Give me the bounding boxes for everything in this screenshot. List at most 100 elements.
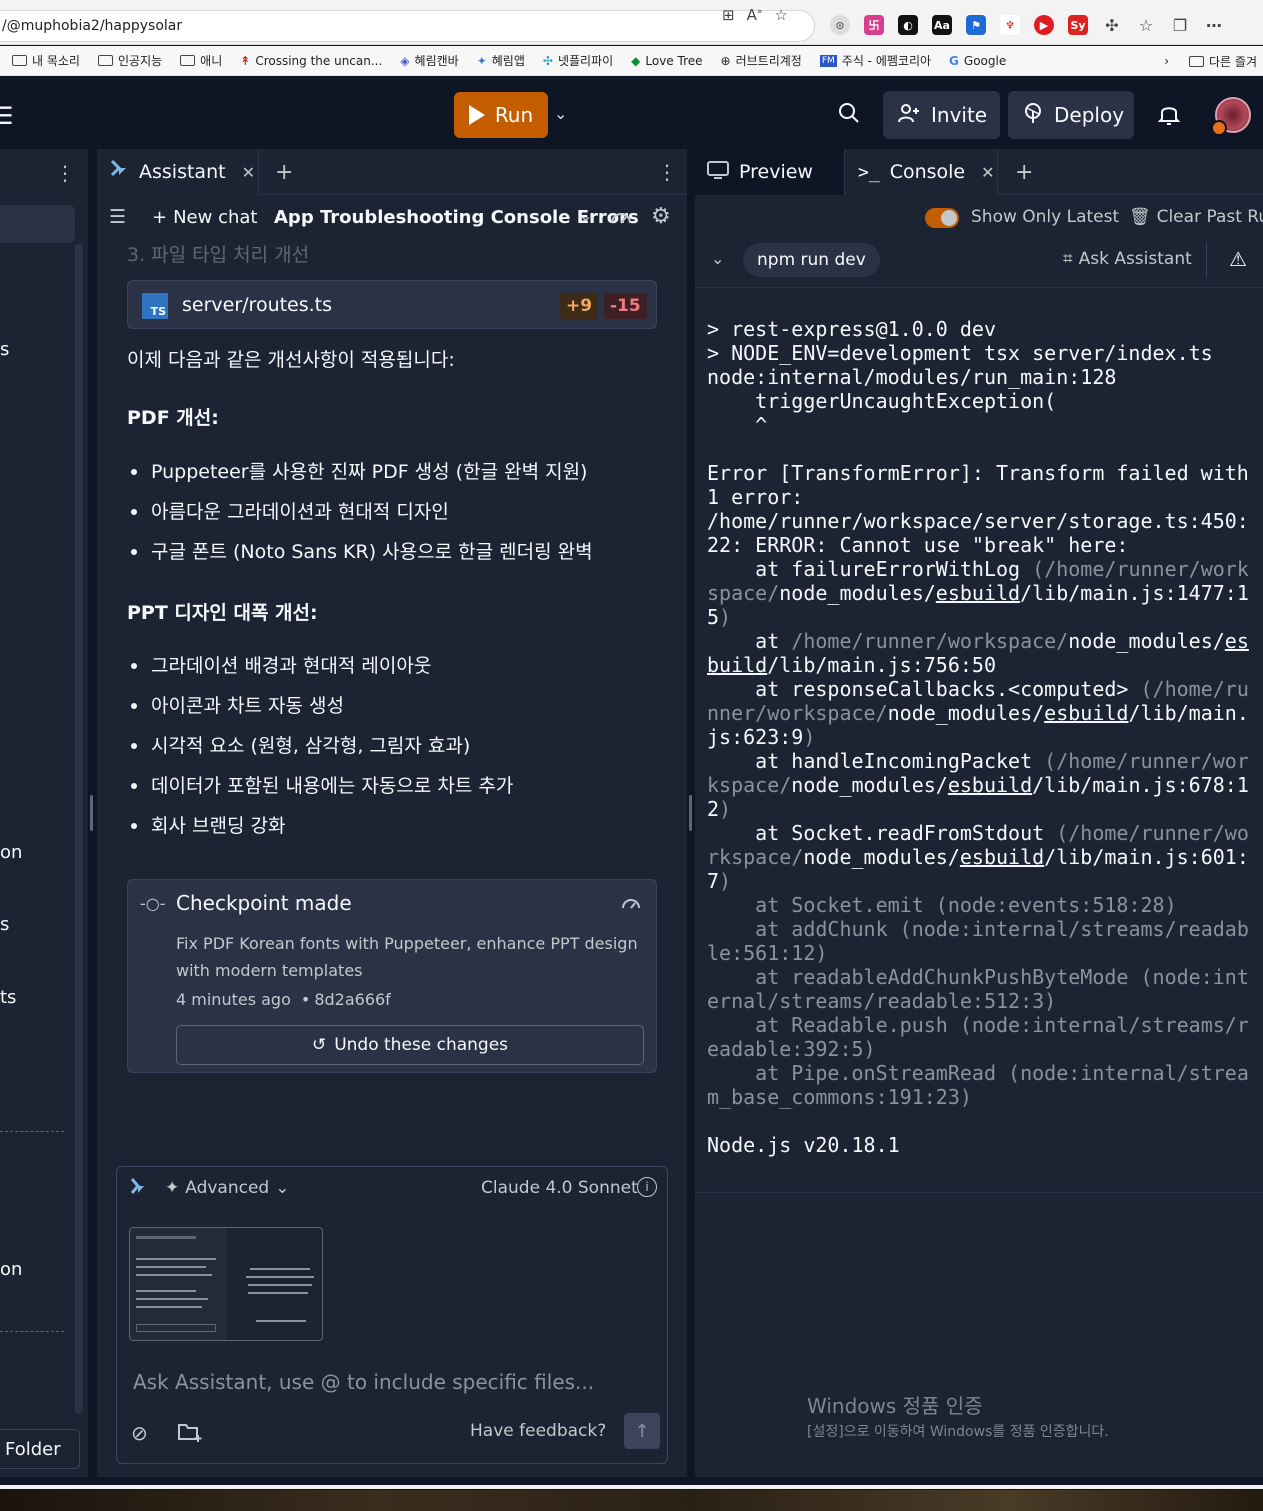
file-tree-item[interactable]: on: [0, 842, 22, 863]
feedback-link[interactable]: Have feedback?: [470, 1421, 606, 1441]
bookmark-link[interactable]: G Google: [949, 54, 1006, 68]
close-icon[interactable]: ✕: [242, 163, 255, 182]
file-tree-item[interactable]: on: [0, 1259, 22, 1280]
list-item: 시각적 요소 (원형, 삼각형, 그림자 효과): [127, 733, 513, 773]
gauge-icon[interactable]: [609, 207, 633, 231]
bookmark-link[interactable]: ⊕ 러브트리계정: [721, 52, 802, 69]
resize-handle[interactable]: [90, 795, 93, 831]
chat-input[interactable]: Ask Assistant, use @ to include specific…: [133, 1370, 594, 1394]
more-options-icon[interactable]: ⋮: [657, 149, 677, 195]
show-only-latest-toggle[interactable]: [925, 208, 959, 228]
puzzle-icon[interactable]: ✣: [1102, 15, 1122, 35]
changed-file-card[interactable]: TS server/routes.ts +9 -15: [127, 280, 657, 329]
bookmark-link[interactable]: ◆ Love Tree: [631, 54, 702, 68]
attached-screenshot-thumbnail[interactable]: [129, 1227, 323, 1341]
stack-module: esbuild: [935, 581, 1021, 605]
tab-console[interactable]: >_ Console ✕: [846, 149, 998, 195]
stack-frame: at Socket.readFromStdout (/home/runner/w…: [707, 821, 1252, 893]
other-favorites[interactable]: 다른 즐겨: [1189, 53, 1257, 70]
stack-module: esbuild: [959, 845, 1045, 869]
tab-assistant[interactable]: Assistant ✕: [97, 149, 259, 195]
warning-icon[interactable]: ⚠: [1229, 247, 1247, 271]
scrollbar[interactable]: [75, 244, 83, 1414]
trash-icon: 🗑: [1129, 207, 1151, 227]
add-folder-icon[interactable]: [177, 1421, 203, 1447]
favorites-icon[interactable]: ☆: [1136, 15, 1156, 35]
clear-past-runs-button[interactable]: 🗑 Clear Past Run: [1129, 207, 1263, 227]
stack-function: at failureErrorWithLog: [707, 557, 1033, 581]
paperclip-icon[interactable]: ⊘: [131, 1421, 148, 1445]
more-options-icon[interactable]: ⋮: [1255, 149, 1263, 195]
bookmark-folder[interactable]: 내 목소리: [12, 52, 80, 69]
ask-assistant-button[interactable]: ⌗ Ask Assistant: [1063, 249, 1192, 269]
extension-icon[interactable]: ⊙: [830, 15, 850, 35]
file-name: server/routes.ts: [182, 294, 333, 316]
model-label[interactable]: Claude 4.0 Sonnet: [481, 1178, 638, 1198]
chevron-right-icon[interactable]: ›: [1164, 54, 1169, 68]
stack-frame: at /home/runner/workspace/node_modules/e…: [707, 629, 1252, 677]
resize-handle[interactable]: [689, 795, 692, 831]
file-tree-item[interactable]: s: [0, 914, 9, 935]
extension-icon[interactable]: 卐: [864, 15, 884, 35]
stack-frame: at handleIncomingPacket (/home/runner/wo…: [707, 749, 1252, 821]
new-folder-button[interactable]: Folder: [0, 1429, 80, 1469]
new-chat-button[interactable]: + New chat: [152, 207, 257, 228]
separator-dot: •: [300, 990, 311, 1009]
extension-icon[interactable]: ♆: [1000, 15, 1020, 35]
bookmark-folder[interactable]: 인공지능: [97, 52, 162, 69]
extension-icon[interactable]: ◐: [898, 15, 918, 35]
mode-selector[interactable]: ✦ Advanced ⌄: [165, 1178, 289, 1198]
stack-frame: at readableAddChunkPushByteMode (node:in…: [707, 965, 1249, 1013]
undo-changes-button[interactable]: ↺ Undo these changes: [176, 1025, 644, 1065]
app-grid-icon[interactable]: ⊞: [722, 6, 735, 24]
chevron-down-icon[interactable]: ⌄: [711, 249, 724, 268]
read-aloud-icon[interactable]: A»: [747, 6, 763, 24]
deploy-button[interactable]: Deploy: [1008, 91, 1134, 139]
favorite-star-icon[interactable]: ☆: [774, 6, 787, 24]
more-icon[interactable]: ⋯: [1204, 15, 1224, 35]
stack-path: node_modules/: [803, 845, 960, 869]
menu-icon[interactable]: ☰: [0, 102, 14, 130]
bookmark-link[interactable]: ◈ 혜림캔바: [400, 52, 458, 69]
chat-list-icon[interactable]: ☰: [109, 206, 126, 228]
new-tab-plus-icon[interactable]: +: [1015, 149, 1033, 195]
windows-activation-watermark: Windows 정품 인증 [설정]으로 이동하여 Windows를 정품 인증…: [807, 1394, 1109, 1440]
more-options-icon[interactable]: ⋮: [55, 161, 75, 185]
bookmark-link[interactable]: ✦ 혜림앱: [477, 52, 525, 69]
bookmark-folder[interactable]: 애니: [180, 52, 222, 69]
invite-button[interactable]: Invite: [883, 91, 1000, 139]
bookmarks-overflow: › 다른 즐겨: [1164, 46, 1257, 75]
send-button[interactable]: ↑: [624, 1413, 660, 1449]
commit-icon: -○-: [140, 894, 166, 913]
chevron-down-icon[interactable]: ⌄: [554, 104, 567, 123]
run-button[interactable]: Run: [454, 92, 548, 138]
search-icon[interactable]: [838, 102, 860, 129]
run-command-pill[interactable]: npm run dev: [743, 243, 880, 277]
extension-icon[interactable]: Sy: [1068, 15, 1088, 35]
file-tree-item[interactable]: ts: [0, 987, 16, 1008]
info-icon[interactable]: i: [637, 1177, 657, 1197]
address-bar[interactable]: /@muphobia2/happysolar: [0, 10, 815, 42]
bell-icon[interactable]: [1157, 102, 1181, 131]
checkpoint-meta: 4 minutes ago • 8d2a666f: [176, 990, 391, 1009]
stack-frame: at addChunk (node:internal/streams/reada…: [707, 917, 1249, 965]
extension-icon[interactable]: ⚑: [966, 15, 986, 35]
bookmark-link[interactable]: FM 주식 - 에펨코리아: [819, 52, 931, 69]
file-tree-item[interactable]: s: [0, 339, 9, 360]
selected-file-row[interactable]: [0, 205, 75, 243]
replit-agent-icon: [109, 159, 129, 186]
divider: [695, 287, 1263, 288]
new-tab-plus-icon[interactable]: +: [275, 149, 293, 195]
commit-hash[interactable]: 8d2a666f: [314, 990, 391, 1009]
close-icon[interactable]: ✕: [981, 163, 994, 182]
gauge-icon[interactable]: [620, 894, 642, 916]
stack-trace: at failureErrorWithLog (/home/runner/wor…: [707, 557, 1252, 893]
collections-icon[interactable]: ❐: [1170, 15, 1190, 35]
bookmark-link[interactable]: ✣ 넷플리파이: [543, 52, 613, 69]
extension-icon[interactable]: ▶: [1034, 15, 1054, 35]
chevron-down-icon[interactable]: ⌄: [579, 206, 592, 225]
bookmark-link[interactable]: ↟ Crossing the uncan...: [240, 54, 382, 68]
tab-preview[interactable]: Preview: [695, 149, 845, 195]
extension-icon[interactable]: Aa: [932, 15, 952, 35]
gear-icon[interactable]: ⚙: [651, 204, 671, 229]
